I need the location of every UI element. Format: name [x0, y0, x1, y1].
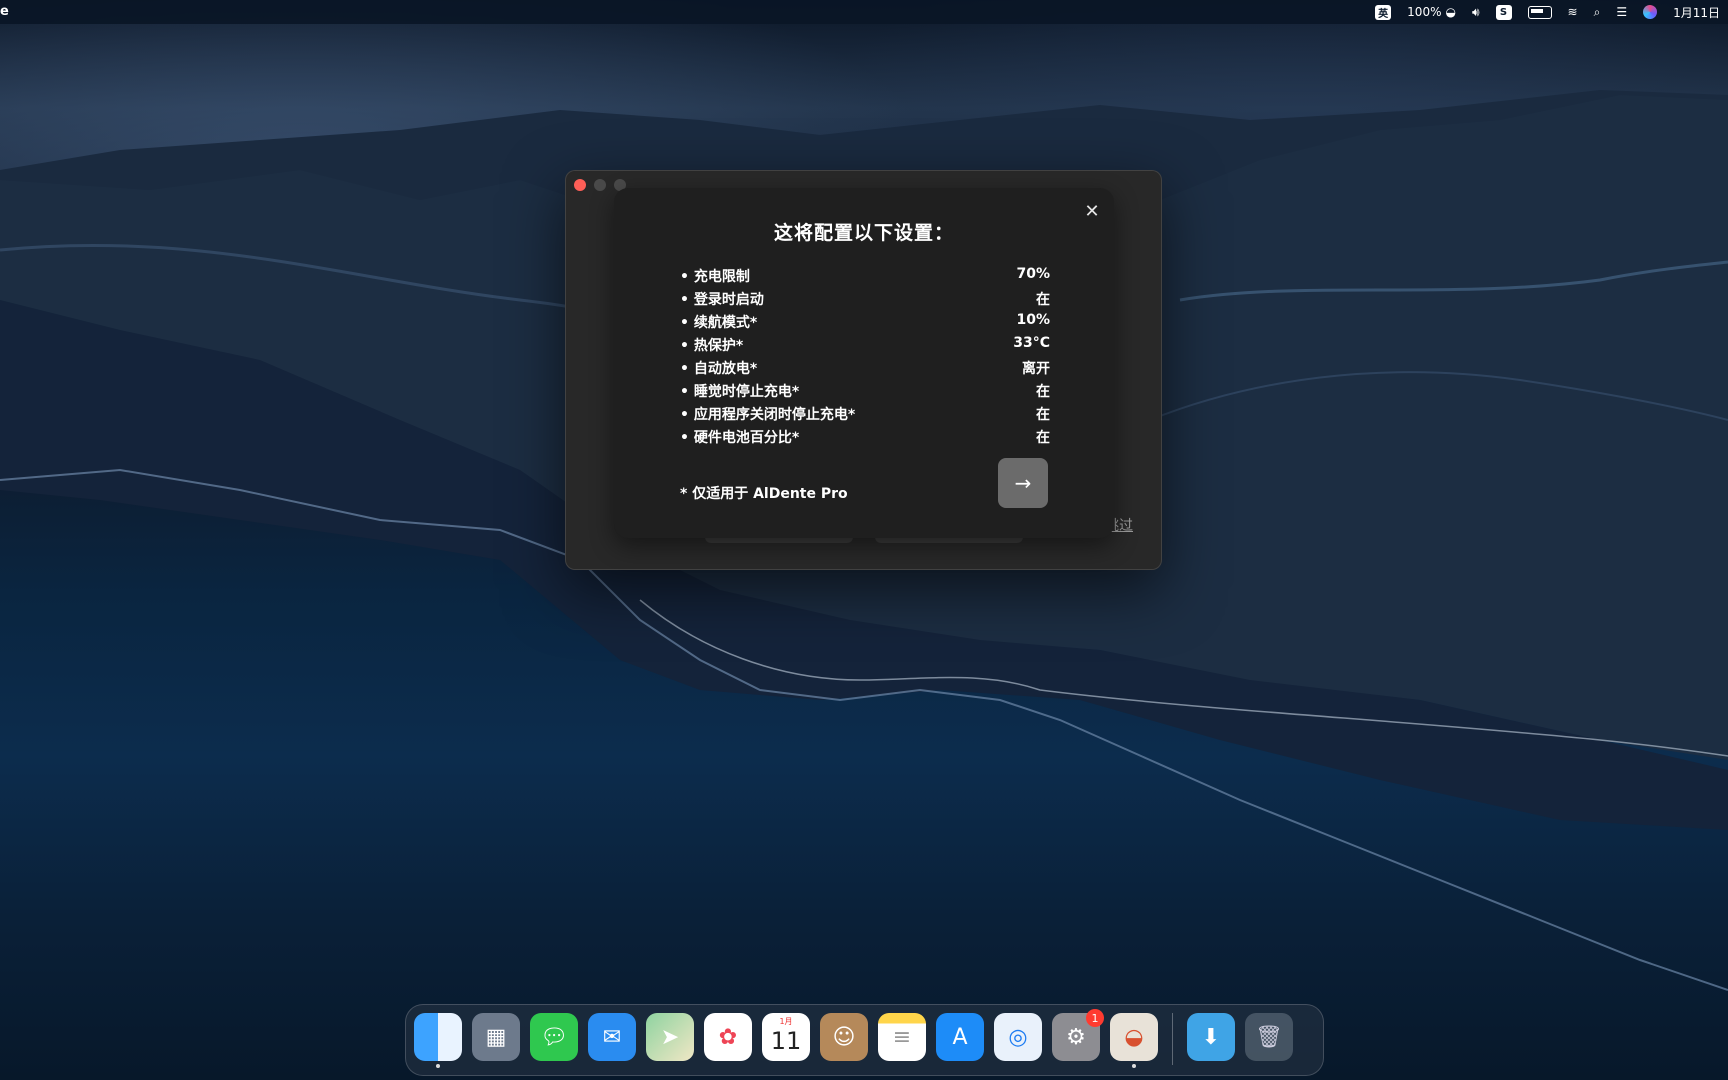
- aldente-icon[interactable]: ◒: [1110, 1013, 1158, 1068]
- window-minimize-button[interactable]: [594, 179, 606, 191]
- control-center-icon[interactable]: ☰: [1616, 5, 1627, 19]
- input-method-icon[interactable]: 英: [1375, 4, 1392, 20]
- setting-label: 应用程序关闭时停止充电*: [680, 404, 855, 427]
- battery-icon[interactable]: [1527, 5, 1552, 19]
- list-item: 自动放电* 离开: [680, 358, 1050, 381]
- finder-icon[interactable]: [414, 1013, 462, 1068]
- list-item: 登录时启动 在: [680, 289, 1050, 312]
- list-item: 热保护* 33°C: [680, 335, 1050, 358]
- running-indicator: [1132, 1064, 1136, 1068]
- search-icon[interactable]: ⌕: [1594, 5, 1601, 20]
- mail-icon[interactable]: ✉: [588, 1013, 636, 1061]
- system-settings-icon[interactable]: ⚙ 1: [1052, 1009, 1104, 1061]
- arrow-right-icon: →: [1014, 471, 1032, 495]
- menu-bar: e 英 100% ◒ 🔊︎ S ≋ ⌕ ☰ 1月11日: [0, 0, 1728, 24]
- app-s-icon[interactable]: S: [1495, 4, 1512, 20]
- messages-icon[interactable]: 💬︎: [530, 1013, 578, 1061]
- setting-label: 续航模式*: [680, 312, 757, 335]
- calendar-icon[interactable]: 1月 11: [762, 1013, 810, 1061]
- list-item: 睡觉时停止充电* 在: [680, 381, 1050, 404]
- contacts-icon[interactable]: ☺: [820, 1013, 868, 1061]
- list-item: 硬件电池百分比* 在: [680, 427, 1050, 450]
- list-item: 应用程序关闭时停止充电* 在: [680, 404, 1050, 427]
- calendar-month: 1月: [779, 1017, 793, 1026]
- setting-value: 在: [1036, 430, 1050, 446]
- sheet-title: 这将配置以下设置：: [773, 222, 954, 244]
- setting-value: 10%: [1016, 312, 1050, 328]
- setting-label: 登录时启动: [680, 289, 764, 312]
- setting-label: 热保护*: [680, 335, 743, 358]
- setting-value: 在: [1036, 292, 1050, 308]
- aldente-pasta-icon: ◒: [1445, 5, 1456, 19]
- menubar-date[interactable]: 1月11日: [1673, 4, 1720, 21]
- settings-confirmation-sheet: ✕ 这将配置以下设置： 充电限制70% 登录时启动在 续航模式*10% 热保护*…: [614, 188, 1114, 538]
- calendar-day: 11: [770, 1027, 802, 1055]
- setting-value: 33°C: [1013, 335, 1050, 351]
- safari-icon[interactable]: ◎: [994, 1013, 1042, 1061]
- trash-icon[interactable]: 🗑︎: [1245, 1013, 1293, 1061]
- next-button[interactable]: →: [998, 458, 1048, 508]
- window-close-button[interactable]: [574, 179, 586, 191]
- setting-label: 充电限制: [680, 266, 750, 289]
- setting-value: 在: [1036, 407, 1050, 423]
- menu-app-name-fragment[interactable]: e: [0, 4, 9, 19]
- notification-badge: 1: [1086, 1009, 1104, 1027]
- setting-value: 离开: [1022, 361, 1050, 377]
- setting-label: 自动放电*: [680, 358, 757, 381]
- photos-icon[interactable]: ✿: [704, 1013, 752, 1061]
- setting-label: 睡觉时停止充电*: [680, 381, 799, 404]
- settings-list: 充电限制70% 登录时启动在 续航模式*10% 热保护*33°C 自动放电*离开…: [680, 266, 1050, 450]
- app-store-icon[interactable]: A: [936, 1013, 984, 1061]
- maps-icon[interactable]: ➤: [646, 1013, 694, 1061]
- running-indicator: [436, 1064, 440, 1068]
- volume-icon[interactable]: 🔊︎: [1472, 5, 1480, 20]
- window-controls: [574, 179, 626, 191]
- dock: ▦ 💬︎ ✉ ➤ ✿ 1月 11 ☺ ≡ A ◎ ⚙ 1 ◒ ⬇ 🗑︎: [405, 1004, 1324, 1076]
- setting-label: 硬件电池百分比*: [680, 427, 799, 450]
- list-item: 充电限制 70%: [680, 266, 1050, 289]
- aldente-status-item[interactable]: 100% ◒: [1407, 5, 1456, 19]
- setting-value: 在: [1036, 384, 1050, 400]
- setting-value: 70%: [1016, 266, 1050, 282]
- notes-icon[interactable]: ≡: [878, 1013, 926, 1061]
- wifi-icon[interactable]: ≋: [1568, 5, 1578, 19]
- launchpad-icon[interactable]: ▦: [472, 1013, 520, 1061]
- list-item: 续航模式* 10%: [680, 312, 1050, 335]
- siri-icon[interactable]: [1643, 5, 1658, 19]
- pro-footnote: * 仅适用于 AlDente Pro: [680, 486, 848, 502]
- downloads-folder-icon[interactable]: ⬇: [1187, 1013, 1235, 1061]
- battery-percent-label: 100%: [1407, 5, 1442, 19]
- dock-separator: [1172, 1013, 1173, 1065]
